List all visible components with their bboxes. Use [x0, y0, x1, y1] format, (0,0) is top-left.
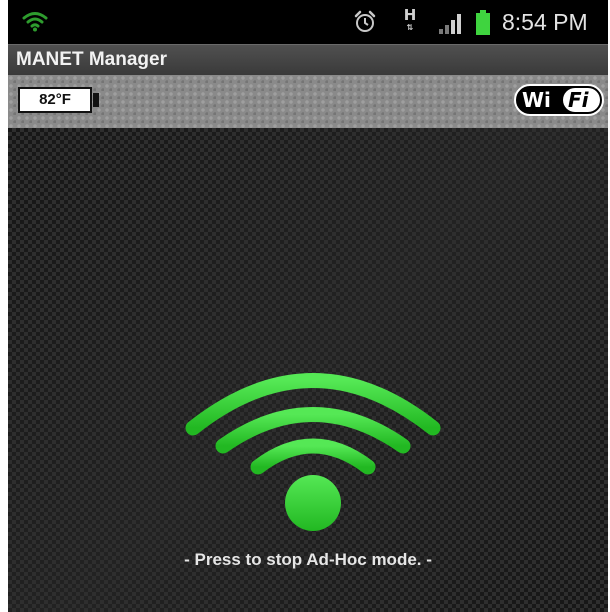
- network-type-label: H: [403, 6, 417, 24]
- wifi-logo: Wi Fi: [514, 84, 604, 116]
- signal-strength-icon: [438, 11, 466, 35]
- status-bar: H ⇅ 8:54 PM: [8, 0, 608, 44]
- status-time: 8:54 PM: [502, 9, 588, 35]
- main-area: - Press to stop Ad-Hoc mode. -: [8, 128, 608, 612]
- toolbar: 82°F Wi Fi: [8, 75, 608, 128]
- wifi-logo-wi-text: Wi: [522, 88, 551, 112]
- wifi-icon: [22, 10, 48, 32]
- temperature-badge: 82°F: [18, 87, 92, 113]
- app-title: MANET Manager: [16, 49, 167, 70]
- battery-icon: [475, 10, 491, 36]
- hspa-data-icon: H ⇅: [400, 8, 420, 36]
- wifi-logo-fi-text: Fi: [568, 88, 589, 112]
- phone-screen: H ⇅ 8:54 PM MANET Manager 82°F Wi Fi - P…: [8, 0, 608, 612]
- instruction-text: - Press to stop Ad-Hoc mode. -: [184, 550, 432, 569]
- alarm-clock-icon: [353, 10, 377, 34]
- title-bar: MANET Manager: [8, 44, 608, 75]
- data-activity-arrows-icon: ⇅: [406, 23, 414, 32]
- wifi-toggle-icon: [185, 373, 441, 531]
- temperature-badge-nub: [93, 93, 99, 107]
- adhoc-toggle-button[interactable]: [178, 363, 448, 533]
